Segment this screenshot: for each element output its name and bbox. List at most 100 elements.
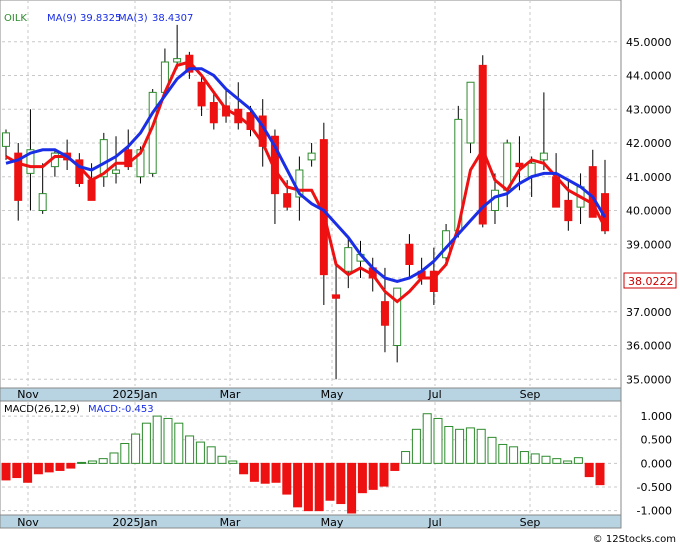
macd-bar <box>23 462 33 483</box>
macd-bar <box>455 428 465 464</box>
macd-bar <box>206 446 216 464</box>
x-axis-label: Nov <box>17 388 39 401</box>
macd-bar <box>120 443 130 464</box>
stock-chart: 45.0000 44.0000 43.0000 42.0000 41.0000 40.00… <box>0 0 677 545</box>
macd-bar <box>433 417 443 464</box>
x-axis-label: Sep <box>520 516 541 529</box>
candle-body <box>2 132 10 147</box>
macd-bar <box>509 446 519 464</box>
price-y-tick-label: 42.0000 <box>626 137 672 150</box>
price-y-tick-label: 35.0000 <box>626 373 672 386</box>
macd-bar <box>249 462 259 482</box>
macd-bar <box>368 462 378 490</box>
macd-bar <box>411 428 421 464</box>
price-y-tick-label: 40.0000 <box>626 205 672 218</box>
candle-body <box>173 58 182 63</box>
macd-bar <box>195 441 205 464</box>
macd-bar <box>141 422 151 464</box>
macd-bar <box>357 462 367 494</box>
macd-y-tick-label: -1.000 <box>637 505 672 518</box>
macd-bar <box>563 460 573 464</box>
macd-bar <box>401 451 411 464</box>
macd-bar <box>444 425 454 464</box>
macd-bar <box>55 462 65 471</box>
candle-body <box>380 301 389 326</box>
macd-bar <box>379 462 389 487</box>
price-y-tick-label: 45.0000 <box>626 36 672 49</box>
candle-body <box>197 81 206 107</box>
x-axis-label: May <box>321 516 344 529</box>
macd-bar <box>1 462 11 481</box>
price-y-tick-label: 37.0000 <box>626 306 672 319</box>
macd-bar <box>239 462 249 475</box>
macd-bar <box>325 462 335 501</box>
x-axis-label: 2025Jan <box>113 516 158 529</box>
macd-y-tick-label: 1.000 <box>641 410 673 423</box>
candle-body <box>112 169 121 174</box>
macd-bar <box>584 462 594 478</box>
macd-y-axis: 1.000 0.500 0.000 -0.500 -1.000 <box>637 410 672 518</box>
macd-bar <box>422 413 432 464</box>
macd-bar <box>541 455 551 464</box>
macd-bar <box>347 462 357 514</box>
price-y-tick-label: 36.0000 <box>626 340 672 353</box>
macd-bar <box>33 462 43 475</box>
macd-bar <box>98 458 108 464</box>
macd-bar <box>487 436 497 464</box>
macd-bar <box>185 435 195 464</box>
x-axis-label: Jul <box>427 516 441 529</box>
candle-body <box>283 193 292 208</box>
candle-body <box>344 247 353 272</box>
candle-body <box>503 142 512 191</box>
x-axis-label: 2025Jan <box>113 388 158 401</box>
macd-bar <box>217 455 227 464</box>
macd-bar <box>77 461 87 464</box>
macd-bar <box>303 462 313 512</box>
macd-y-tick-label: 0.500 <box>641 434 673 447</box>
legend-ma9-label: MA(9) <box>47 13 77 24</box>
macd-bar <box>109 452 119 464</box>
macd-bar <box>336 462 346 505</box>
macd-bar <box>465 427 475 464</box>
candle-body <box>478 64 487 225</box>
macd-bar <box>260 462 270 484</box>
macd-bar <box>573 457 583 464</box>
macd-y-tick-label: 0.000 <box>641 457 673 470</box>
macd-bar <box>390 462 400 471</box>
macd-bar <box>595 462 605 486</box>
x-axis-label: May <box>321 388 344 401</box>
macd-bar <box>87 460 97 464</box>
candle-body <box>38 193 47 211</box>
price-y-tick-label: 43.0000 <box>626 103 672 116</box>
macd-bar <box>174 422 184 464</box>
macd-bar <box>282 462 292 495</box>
macd-bar <box>293 462 303 508</box>
macd-legend-label: MACD(26,12,9) <box>4 404 80 415</box>
macd-bar <box>530 453 540 464</box>
x-axis-label: Jul <box>427 388 441 401</box>
x-axis-label: Mar <box>220 388 241 401</box>
candle-body <box>466 81 475 144</box>
macd-bar <box>314 462 324 512</box>
candle-body <box>332 294 341 299</box>
candle-body <box>564 199 573 222</box>
price-y-tick-label: 44.0000 <box>626 70 672 83</box>
x-axis-label: Mar <box>220 516 241 529</box>
macd-bar <box>44 462 54 473</box>
footer-credit: © 12Stocks.com <box>593 534 676 545</box>
macd-y-tick-label: -0.500 <box>637 481 672 494</box>
macd-bar <box>152 415 162 464</box>
legend-ma3-label: MA(3) <box>118 13 148 24</box>
price-y-axis: 45.0000 44.0000 43.0000 42.0000 41.0000 40.00… <box>626 36 672 387</box>
macd-bar <box>131 433 141 464</box>
legend-ticker: OILK <box>4 13 27 24</box>
candle-body <box>87 179 96 201</box>
macd-bar <box>476 428 486 464</box>
candle-body <box>307 152 316 161</box>
x-axis-label: Nov <box>17 516 39 529</box>
price-y-tick-label: 39.0000 <box>626 238 672 251</box>
last-price-value: 38.0222 <box>628 275 674 288</box>
candle-body <box>405 243 414 265</box>
macd-bar <box>498 443 508 464</box>
macd-bar <box>552 458 562 464</box>
